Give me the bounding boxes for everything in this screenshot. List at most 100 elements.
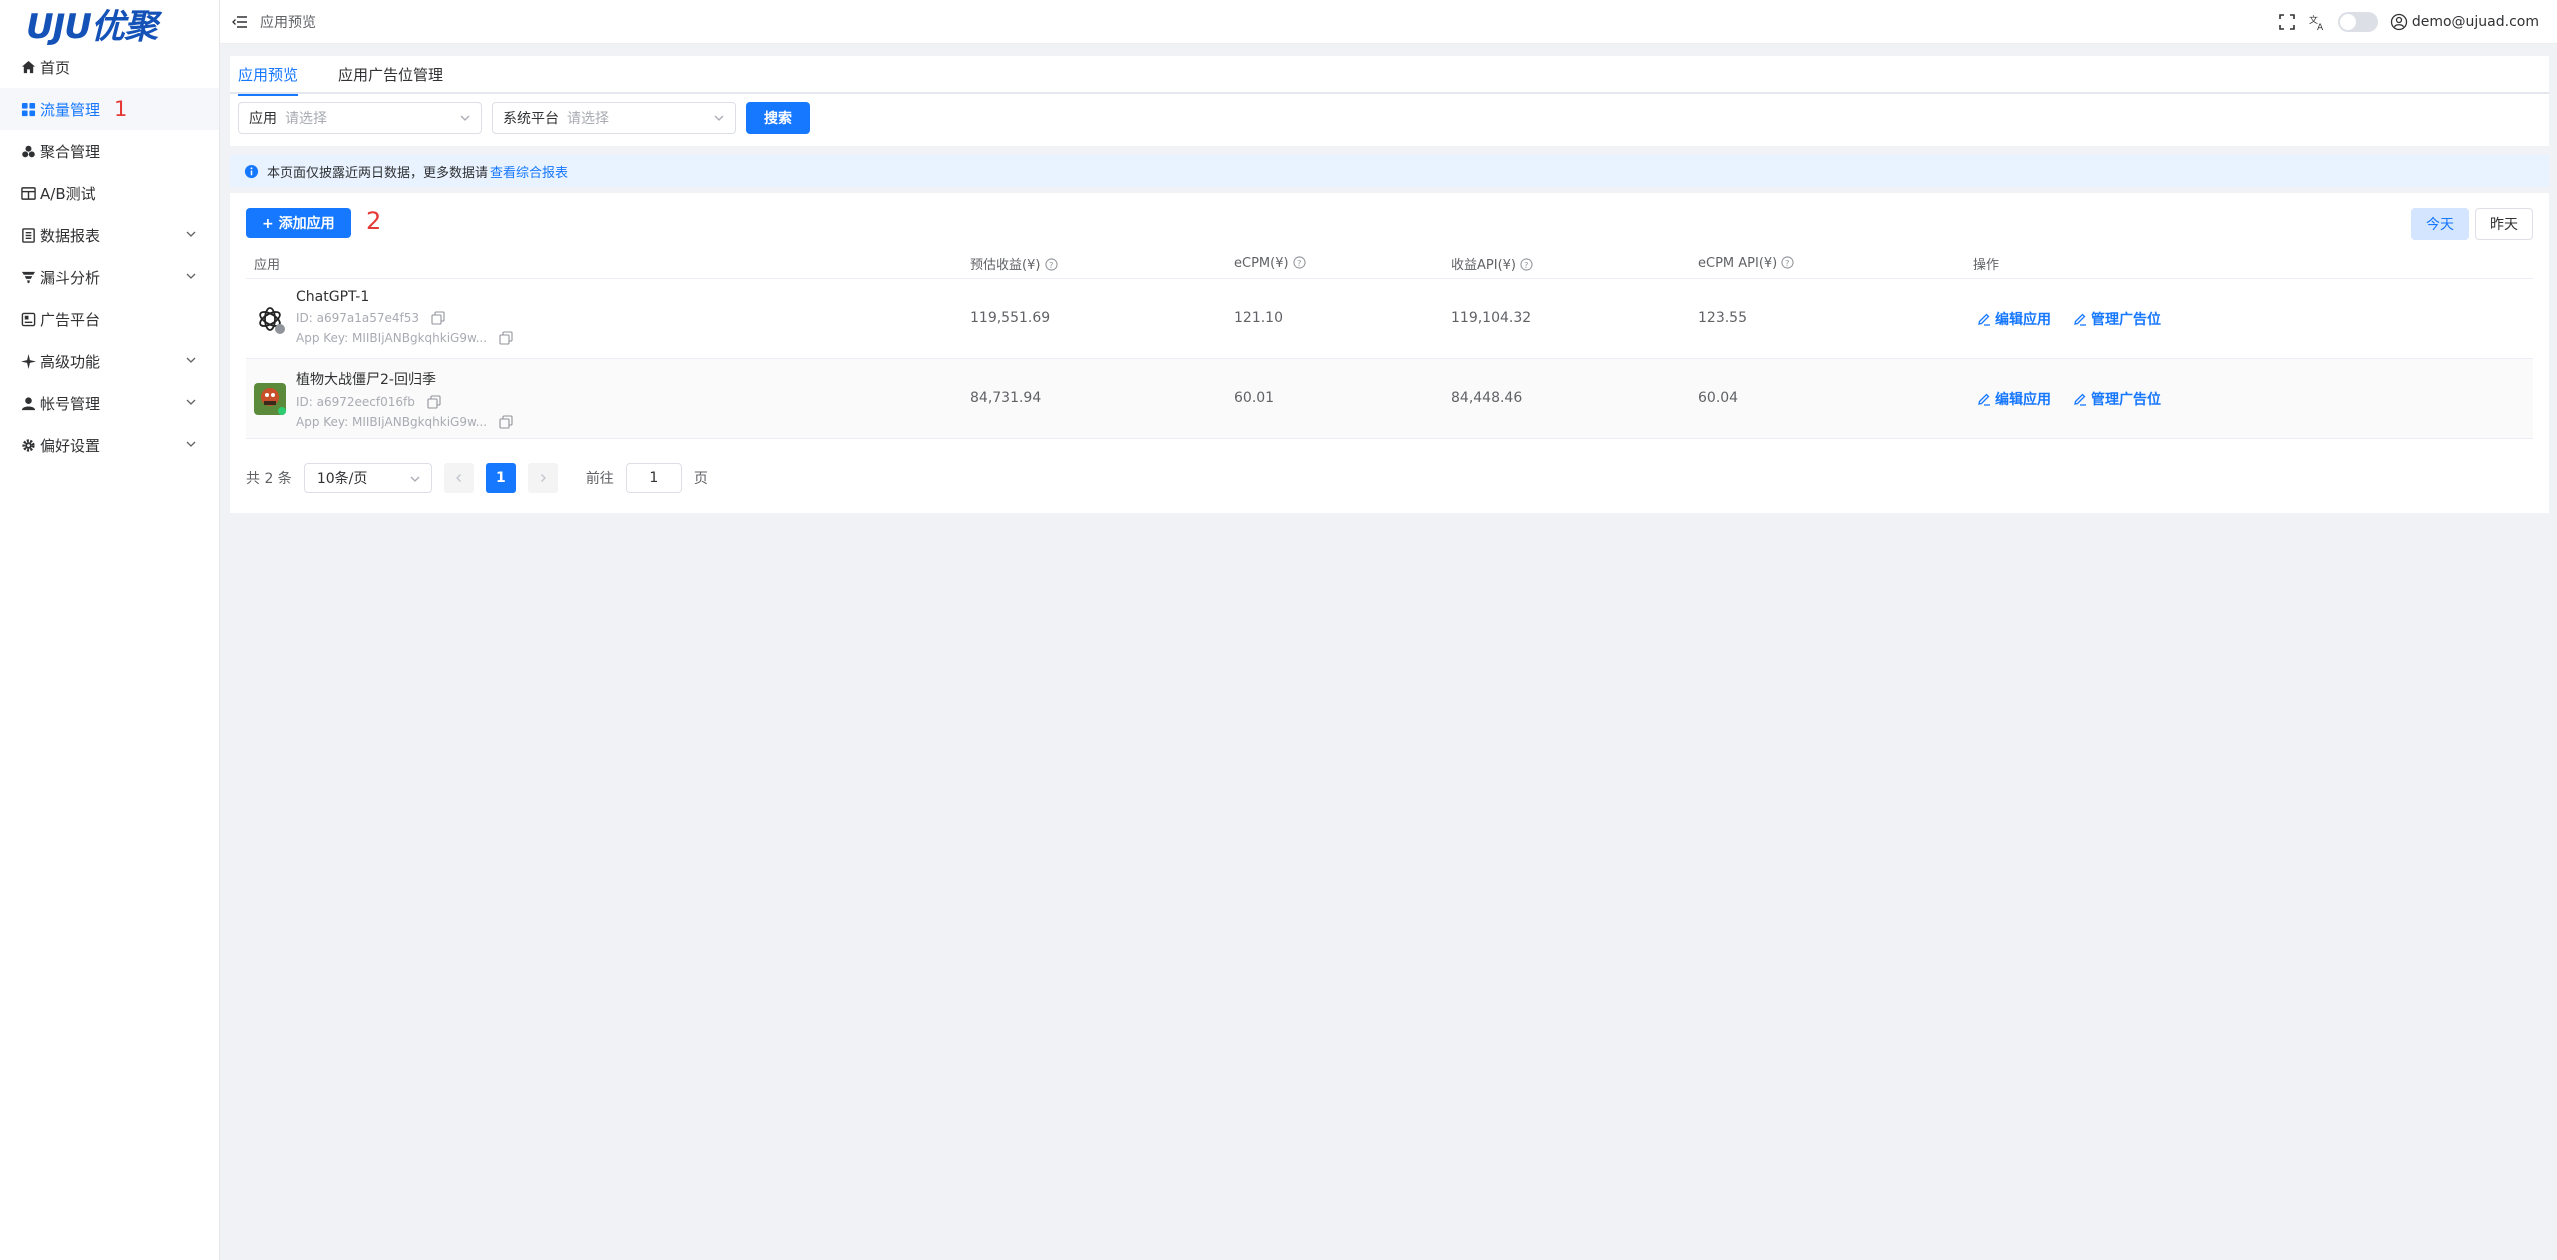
col-est-revenue-label: 预估收益(¥): [970, 258, 1041, 273]
svg-text:?: ?: [1049, 260, 1053, 270]
add-app-label: + 添加应用: [262, 216, 335, 232]
pagination: 共 2 条 10条/页 1 前往 1 页: [246, 463, 708, 493]
question-icon[interactable]: ?: [1293, 256, 1306, 269]
user-menu[interactable]: demo@ujuad.com: [2390, 13, 2539, 31]
copy-icon[interactable]: [431, 311, 445, 325]
sidebar-item-label: 帐号管理: [40, 394, 101, 413]
prev-page-button[interactable]: [443, 463, 474, 493]
add-app-button[interactable]: + 添加应用: [246, 208, 351, 238]
ecpm-api-cell: 60.04: [1698, 390, 1739, 406]
sidebar-item-ab-test[interactable]: A/B测试: [0, 172, 219, 214]
app-key: App Key: MIIBIjANBgkqhkiG9w...: [296, 415, 488, 429]
copy-icon[interactable]: [427, 395, 441, 409]
chevron-down-icon: [186, 273, 196, 279]
tab-ad-slot-management[interactable]: 应用广告位管理: [338, 56, 443, 94]
edit-app-button[interactable]: 编辑应用: [1977, 389, 2051, 409]
translate-icon[interactable]: 文A: [2308, 13, 2326, 31]
sidebar-item-aggregation[interactable]: 聚合管理: [0, 130, 219, 172]
pvz-app-icon: [254, 383, 286, 415]
edit-icon: [2074, 393, 2086, 406]
svg-text:?: ?: [1785, 258, 1789, 268]
ab-test-icon: [20, 185, 36, 201]
gear-icon: [20, 437, 36, 453]
sidebar-item-account[interactable]: 帐号管理: [0, 382, 219, 424]
api-revenue-cell: 119,104.32: [1451, 310, 1532, 326]
sidebar-item-advanced[interactable]: 高级功能: [0, 340, 219, 382]
sidebar-item-ad-platform[interactable]: 广告平台: [0, 298, 219, 340]
app-list-card: + 添加应用 2 今天 昨天 应用 预估收益(¥) ? eCPM(¥) ? 收益…: [230, 193, 2549, 513]
user-email: demo@ujuad.com: [2411, 14, 2539, 30]
sidebar-item-label: 漏斗分析: [40, 268, 101, 287]
copy-icon[interactable]: [499, 331, 513, 345]
app-select-label: 应用: [249, 111, 277, 127]
manage-ad-slot-button[interactable]: 管理广告位: [2073, 309, 2161, 329]
app-info: 植物大战僵尸2-回归季 ID: a6972eecf016fb App Key: …: [296, 369, 513, 429]
table-row: ChatGPT-1 ID: a697a1a57e4f53 App Key: MI…: [246, 279, 2533, 359]
svg-text:?: ?: [1524, 260, 1528, 270]
question-icon[interactable]: ?: [1044, 258, 1058, 271]
app-key-line: App Key: MIIBIjANBgkqhkiG9w...: [296, 331, 513, 345]
header-actions: 文A demo@ujuad.com: [2278, 0, 2539, 44]
app-table: 应用 预估收益(¥) ? eCPM(¥) ? 收益API(¥) ? eCPM A…: [246, 249, 2533, 439]
today-button[interactable]: 今天: [2411, 208, 2469, 240]
col-ecpm-api: eCPM API(¥) ?: [1698, 256, 1794, 271]
page-size-value: 10条/页: [316, 471, 368, 487]
home-icon: [20, 59, 36, 75]
theme-toggle[interactable]: [2337, 12, 2378, 32]
col-app: 应用: [254, 258, 281, 273]
ecpm-api-cell: 123.55: [1698, 310, 1747, 326]
svg-text:?: ?: [1297, 258, 1301, 268]
chevron-down-icon: [186, 441, 196, 447]
api-revenue-cell: 84,448.46: [1451, 390, 1523, 406]
top-header: 应用预览 文A demo@ujuad.com: [220, 0, 2557, 44]
yesterday-button[interactable]: 昨天: [2475, 208, 2533, 240]
sidebar-nav: 首页 流量管理 1 聚合管理 A/B测试 数据报表 漏斗分析 广告平台 高级功能…: [0, 46, 219, 466]
search-button[interactable]: 搜索: [746, 102, 810, 134]
sidebar-item-traffic[interactable]: 流量管理 1: [0, 88, 219, 130]
page-size-select[interactable]: 10条/页: [303, 463, 432, 493]
copy-icon[interactable]: [499, 415, 513, 429]
sidebar-item-preferences[interactable]: 偏好设置: [0, 424, 219, 466]
next-page-button[interactable]: [527, 463, 558, 493]
app-cell: 植物大战僵尸2-回归季 ID: a6972eecf016fb App Key: …: [254, 369, 513, 429]
platform-select[interactable]: 系统平台 请选择: [492, 102, 736, 134]
page-number-button[interactable]: 1: [485, 463, 516, 493]
table-header: 应用 预估收益(¥) ? eCPM(¥) ? 收益API(¥) ? eCPM A…: [246, 249, 2533, 279]
app-select[interactable]: 应用 请选择: [238, 102, 482, 134]
menu-collapse-icon[interactable]: [232, 14, 248, 30]
col-ecpm: eCPM(¥) ?: [1234, 256, 1306, 271]
question-icon[interactable]: ?: [1520, 258, 1533, 271]
breadcrumb: 应用预览: [260, 14, 316, 31]
ecpm-cell: 60.01: [1234, 390, 1275, 406]
goto-prefix: 前往: [585, 471, 614, 487]
sidebar-item-home[interactable]: 首页: [0, 46, 219, 88]
sidebar-item-reports[interactable]: 数据报表: [0, 214, 219, 256]
tab-app-overview[interactable]: 应用预览: [238, 56, 299, 96]
app-id: ID: a697a1a57e4f53: [296, 311, 420, 325]
sidebar-item-label: 流量管理: [40, 100, 101, 119]
manage-ad-slot-button[interactable]: 管理广告位: [2073, 389, 2161, 409]
col-est-revenue: 预估收益(¥) ?: [970, 254, 1058, 273]
cluster-icon: [20, 143, 36, 159]
chevron-down-icon: [460, 115, 470, 121]
goto-page-input[interactable]: 1: [625, 463, 682, 493]
edit-app-button[interactable]: 编辑应用: [1977, 309, 2051, 329]
app-info: ChatGPT-1 ID: a697a1a57e4f53 App Key: MI…: [296, 289, 513, 345]
sidebar-item-label: 高级功能: [40, 352, 101, 371]
question-icon[interactable]: ?: [1781, 256, 1794, 269]
sidebar-item-funnel[interactable]: 漏斗分析: [0, 256, 219, 298]
fullscreen-icon[interactable]: [2278, 13, 2296, 31]
info-notice: 本页面仅披露近两日数据，更多数据请 查看综合报表: [230, 155, 2549, 187]
chatgpt-app-icon: [254, 303, 286, 335]
sidebar-item-label: 广告平台: [40, 310, 101, 329]
app-id-line: ID: a6972eecf016fb: [296, 395, 513, 409]
logo-text: UJU优聚: [26, 6, 158, 47]
filter-panel: 应用预览 应用广告位管理 应用 请选择 系统平台 请选择 搜索: [230, 56, 2549, 146]
annotation-1: 1: [114, 97, 128, 121]
app-name: 植物大战僵尸2-回归季: [296, 372, 436, 388]
row-actions: 编辑应用 管理广告位: [1977, 309, 2161, 329]
report-link[interactable]: 查看综合报表: [490, 162, 568, 181]
brand-logo[interactable]: UJU优聚: [0, 0, 219, 47]
notice-text: 本页面仅披露近两日数据，更多数据请: [267, 165, 489, 181]
sidebar-item-label: 首页: [40, 58, 71, 77]
